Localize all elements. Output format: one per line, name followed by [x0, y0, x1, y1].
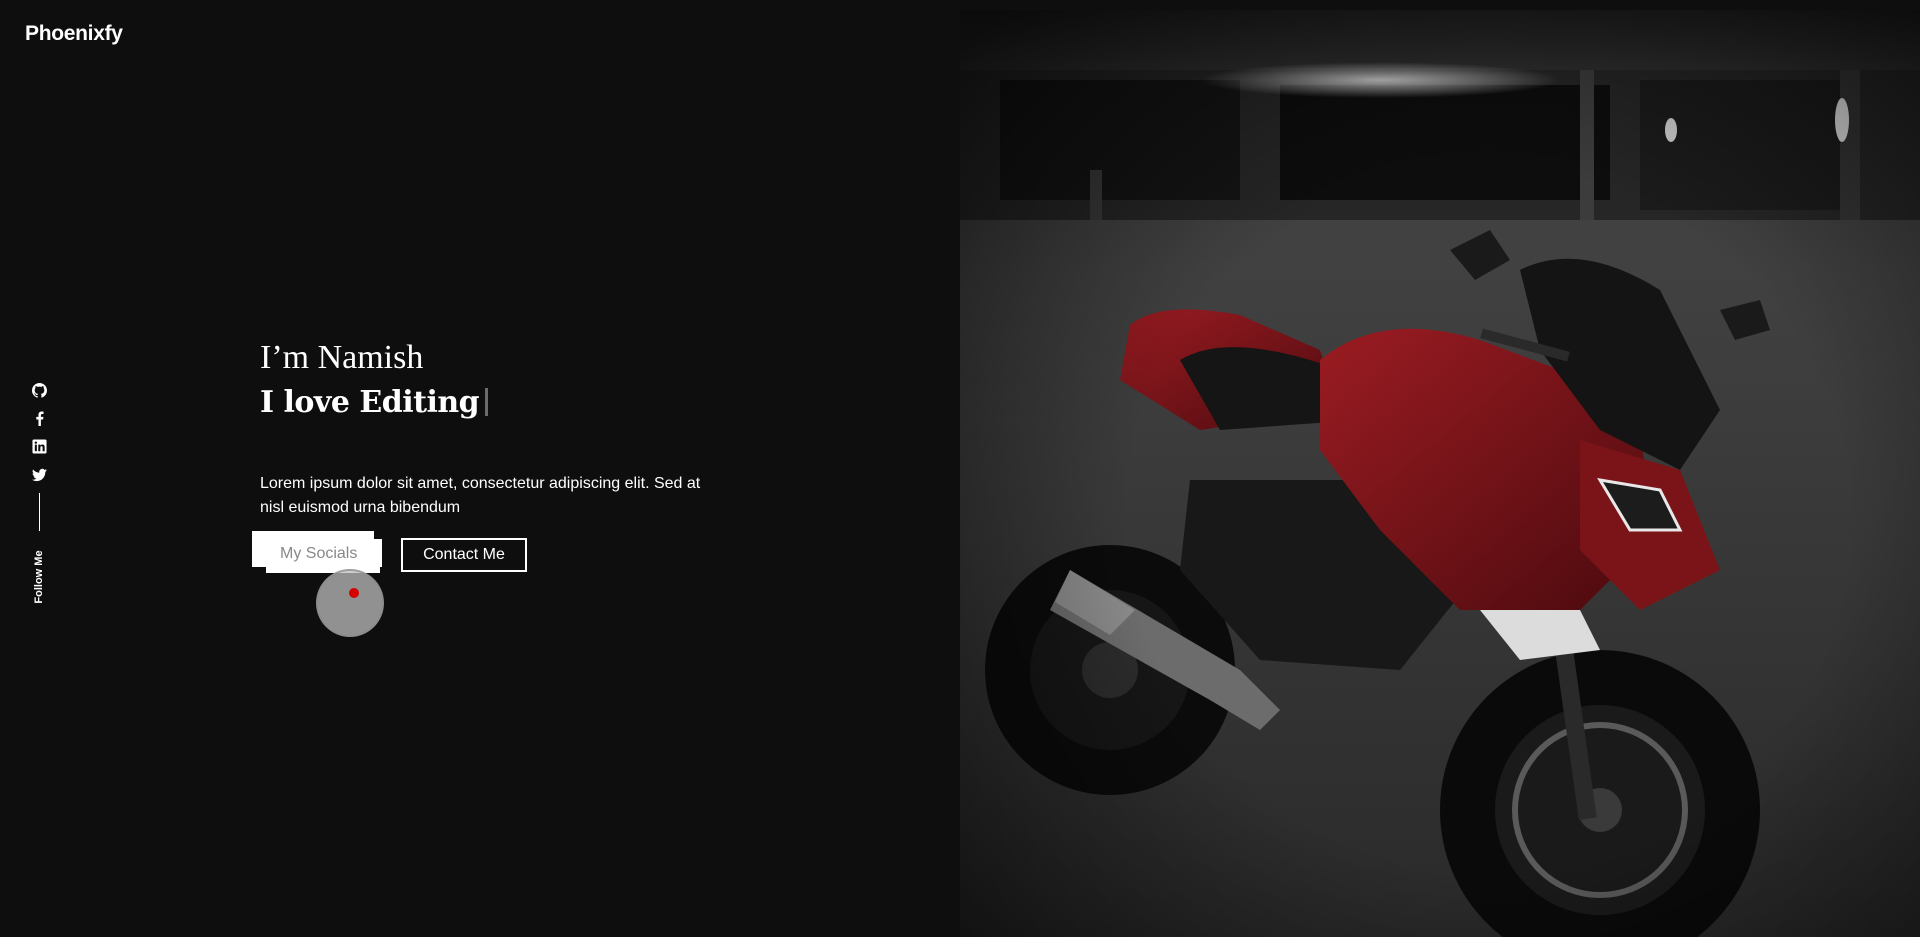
- github-icon[interactable]: [32, 383, 47, 398]
- motorcycle-hero-image: [960, 10, 1920, 937]
- hero-intro: Lorem ipsum dolor sit amet, consectetur …: [260, 475, 701, 516]
- cursor-hover-ring: [316, 569, 384, 637]
- typing-cursor: [485, 388, 489, 416]
- hero-tagline-row: I love Editing: [260, 380, 720, 426]
- my-socials-label: My Socials: [280, 545, 358, 562]
- hero-tagline: I love Editing: [260, 385, 480, 420]
- cursor-dot: [349, 588, 359, 598]
- page: Phoenixfy Follow Me I’m Namish I love Ed…: [0, 0, 1920, 937]
- follow-me-label: Follow Me: [33, 550, 45, 604]
- brand-logo[interactable]: Phoenixfy: [25, 22, 123, 46]
- hero: I’m Namish I love Editing: [260, 336, 720, 426]
- motorcycle-illustration: [960, 10, 1920, 937]
- facebook-icon[interactable]: [32, 411, 47, 426]
- twitter-icon[interactable]: [32, 467, 47, 482]
- contact-me-button[interactable]: Contact Me: [401, 538, 527, 572]
- rail-divider: [39, 493, 40, 531]
- hero-greeting: I’m Namish: [260, 339, 424, 376]
- linkedin-icon[interactable]: [32, 439, 47, 454]
- my-socials-button[interactable]: My Socials: [252, 531, 384, 637]
